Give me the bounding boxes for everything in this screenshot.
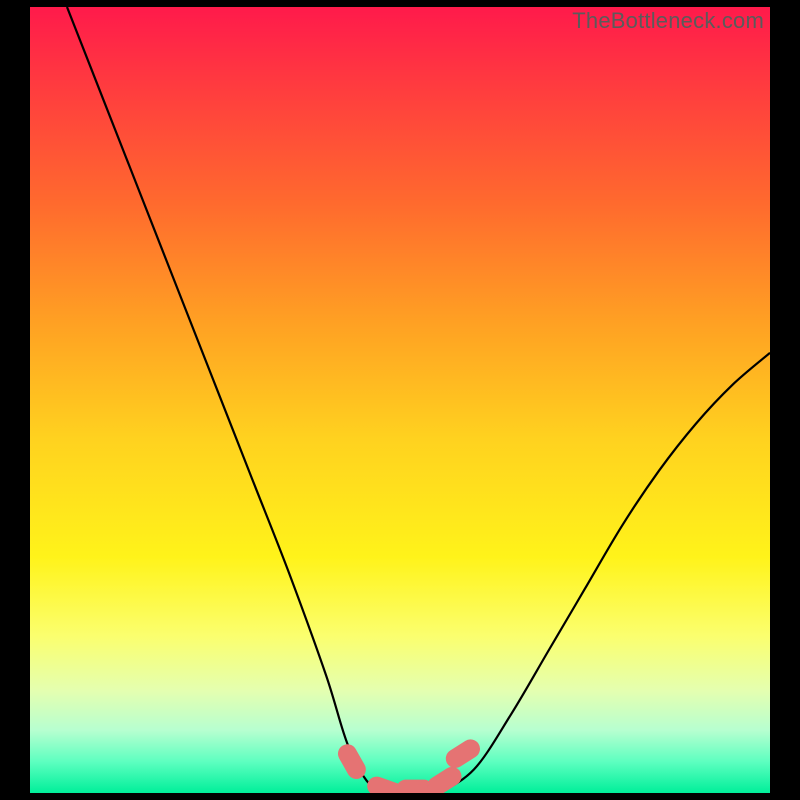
chart-svg xyxy=(30,7,770,793)
chart-plot-area xyxy=(30,7,770,793)
curve-marker xyxy=(424,764,464,793)
watermark-text: TheBottleneck.com xyxy=(572,8,764,34)
chart-frame: TheBottleneck.com xyxy=(0,0,800,800)
bottleneck-curve-path xyxy=(67,7,770,793)
marker-group xyxy=(335,736,483,793)
